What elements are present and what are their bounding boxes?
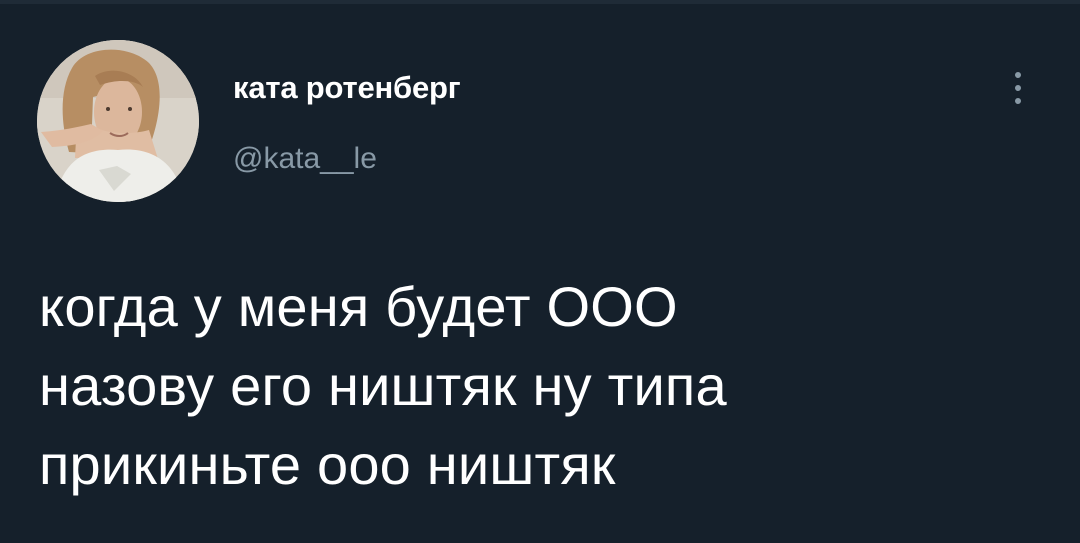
avatar-image [37,40,199,202]
author-handle[interactable]: @kata__le [233,141,377,177]
avatar[interactable] [37,40,199,202]
author-display-name[interactable]: ката ротенберг [233,70,461,106]
more-vertical-icon-dot [1015,85,1021,91]
tweet-line-3: прикиньте ооо ништяк [39,433,616,496]
more-vertical-icon-dot [1015,98,1021,104]
more-options-button[interactable] [1003,66,1033,110]
tweet-card: ката ротенберг @kata__le когда у меня бу… [0,0,1080,543]
tweet-text: когда у меня будет ООО назову его ништяк… [39,258,1039,513]
more-vertical-icon [1015,72,1021,78]
top-divider [0,0,1080,4]
